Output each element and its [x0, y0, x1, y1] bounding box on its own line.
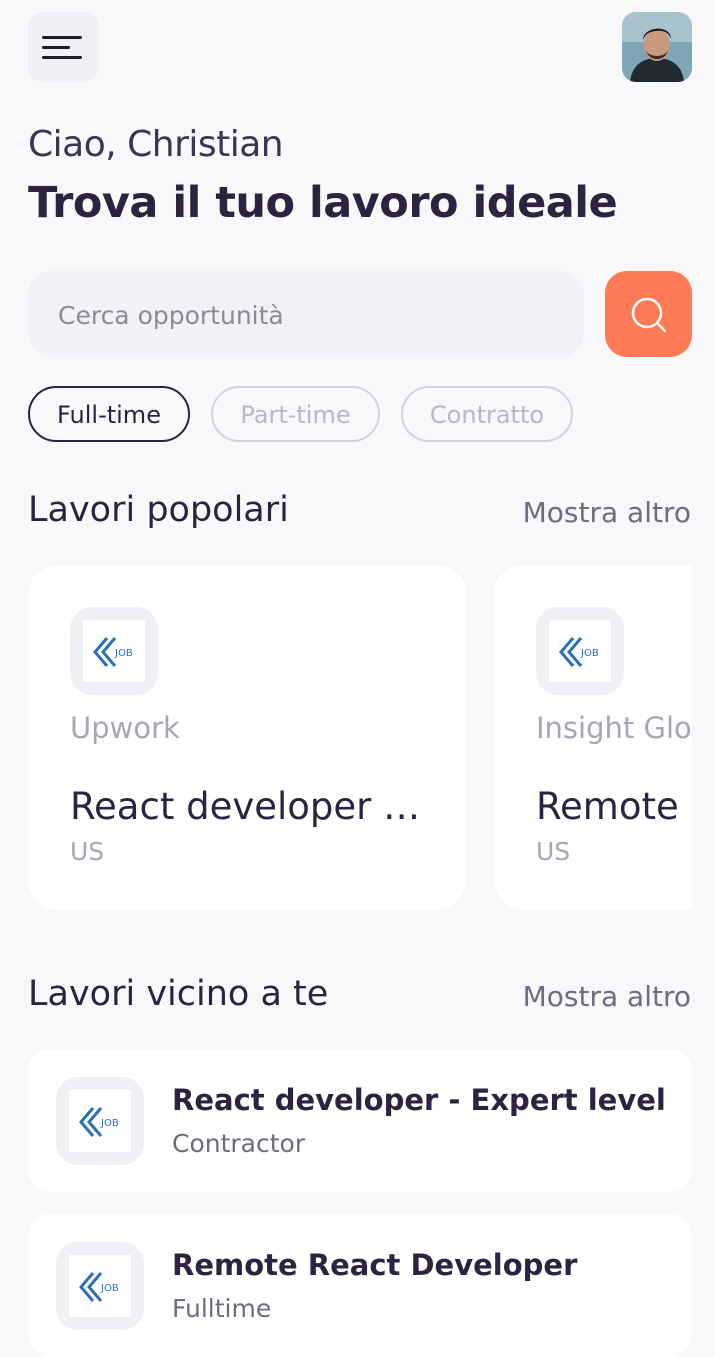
logo-text: JOB — [100, 1283, 119, 1294]
job-logo-icon: JOB — [93, 637, 133, 667]
hamburger-menu-icon — [42, 36, 82, 59]
job-type: Fulltime — [172, 1294, 272, 1323]
popular-job-card[interactable]: JOB Upwork React developer -… US — [28, 565, 466, 910]
chip-part-time[interactable]: Part-time — [211, 386, 380, 442]
profile-avatar[interactable] — [622, 12, 692, 82]
search-input[interactable] — [56, 271, 560, 359]
chip-contratto[interactable]: Contratto — [401, 386, 573, 442]
popular-section-title: Lavori popolari — [28, 490, 289, 530]
company-logo: JOB — [56, 1077, 144, 1165]
company-name: Upwork — [70, 711, 180, 745]
job-title: Remote React Developer — [172, 1248, 578, 1282]
company-logo: JOB — [70, 607, 158, 695]
search-icon — [631, 297, 667, 333]
popular-job-card[interactable]: JOB Insight Glob Remote I US — [494, 565, 692, 910]
job-title: Remote I — [536, 785, 692, 828]
popular-jobs-carousel[interactable]: JOB Upwork React developer -… US JOB Ins… — [28, 565, 692, 910]
page-headline: Trova il tuo lavoro ideale — [28, 178, 618, 228]
nearby-show-more-link[interactable]: Mostra altro — [523, 980, 691, 1013]
job-logo-icon: JOB — [79, 1107, 119, 1137]
top-bar — [28, 12, 692, 82]
job-logo-icon: JOB — [79, 1272, 119, 1302]
nearby-job-item[interactable]: JOB Remote React Developer Fulltime — [28, 1214, 692, 1357]
logo-text: JOB — [580, 648, 599, 659]
nearby-section-title: Lavori vicino a te — [28, 974, 329, 1014]
popular-show-more-link[interactable]: Mostra altro — [523, 496, 691, 529]
logo-text: JOB — [114, 648, 133, 659]
job-title: React developer -… — [70, 785, 430, 828]
nearby-job-item[interactable]: JOB React developer - Expert level Contr… — [28, 1049, 692, 1192]
search-bar — [28, 271, 584, 359]
company-logo: JOB — [536, 607, 624, 695]
search-button[interactable] — [605, 271, 692, 357]
job-location: US — [536, 837, 571, 866]
job-type: Contractor — [172, 1129, 306, 1158]
job-title: React developer - Expert level — [172, 1083, 666, 1117]
company-name: Insight Glob — [536, 711, 692, 745]
job-logo-icon: JOB — [559, 637, 599, 667]
menu-button[interactable] — [28, 12, 98, 82]
chip-full-time[interactable]: Full-time — [28, 386, 190, 442]
greeting-text: Ciao, Christian — [28, 124, 284, 165]
logo-text: JOB — [100, 1118, 119, 1129]
company-logo: JOB — [56, 1242, 144, 1330]
job-location: US — [70, 837, 105, 866]
